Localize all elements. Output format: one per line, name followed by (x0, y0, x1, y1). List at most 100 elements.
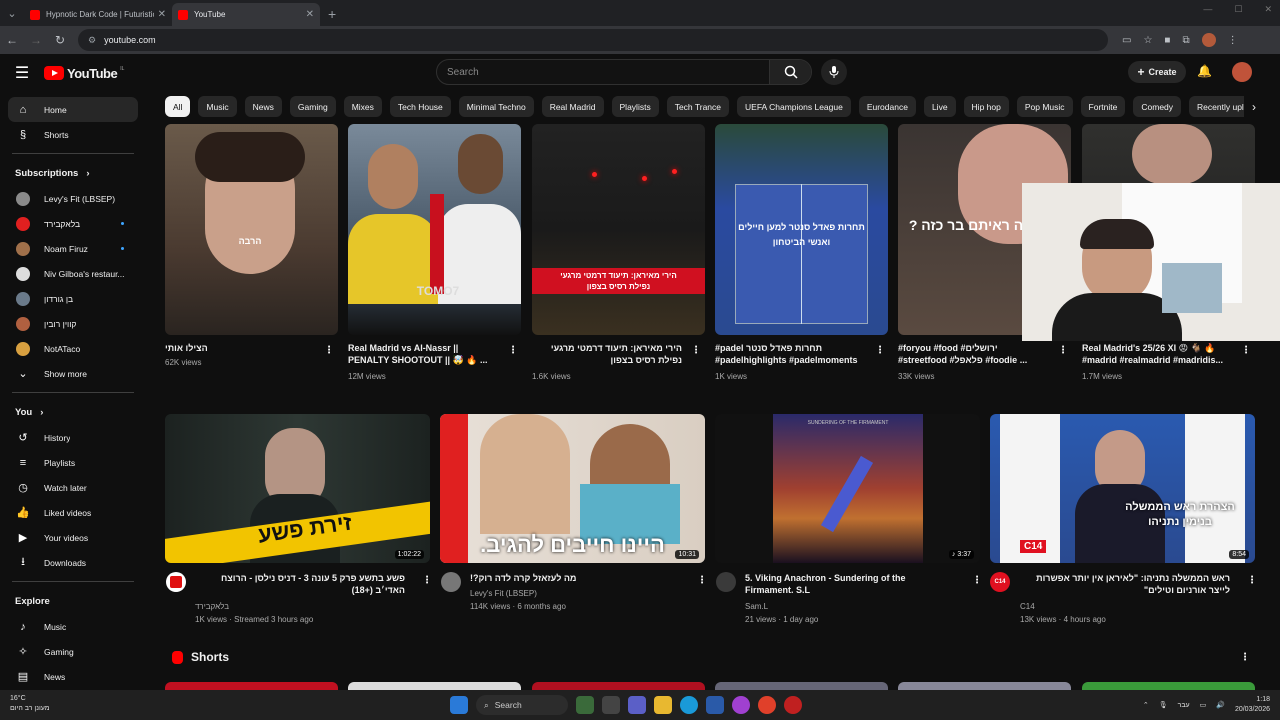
filter-chip[interactable]: Minimal Techno (458, 96, 534, 117)
video-thumbnail[interactable]: SUNDERING OF THE FIRMAMENT ♪ 3:37 (715, 414, 980, 563)
video-title[interactable]: ראש הממשלה נתניהו: "לאיראן אין יותר אפשר… (1020, 572, 1230, 596)
video-thumbnail[interactable]: תחרות פאדל סנטר למען חיילים ואנשי הביטחו… (715, 124, 888, 335)
app-icon[interactable] (784, 696, 802, 714)
channel-name[interactable]: בלאקבירד (195, 600, 229, 613)
create-button[interactable]: + Create (1128, 61, 1186, 83)
weather-widget[interactable]: 16°C מעונן רב היום (10, 694, 50, 714)
channel-avatar[interactable] (441, 572, 461, 592)
close-tab-icon[interactable]: ✕ (158, 9, 166, 20)
sidebar-item[interactable]: ▤ News (8, 664, 138, 689)
filter-chip[interactable]: News (244, 96, 282, 117)
menu-icon[interactable]: ☰ (0, 63, 44, 83)
channel-avatar[interactable] (716, 572, 736, 592)
more-options-icon[interactable]: ⋮ (1241, 345, 1251, 356)
taskbar-search[interactable]: ⌕ Search (476, 695, 568, 715)
video-title[interactable]: #foryou #food #ירושלים #streetfood #פלאפ… (898, 342, 1038, 366)
site-info-icon[interactable]: ⚙ (88, 35, 96, 46)
filter-chip[interactable]: Comedy (1133, 96, 1182, 117)
more-options-icon[interactable]: ⋮ (691, 345, 701, 356)
sidebar-item[interactable]: Niv Gilboa's restaur... (8, 261, 138, 286)
tray-chevron-icon[interactable]: ⌃ (1143, 701, 1149, 709)
youtube-logo[interactable]: YouTube IL (44, 66, 124, 81)
filter-chip[interactable]: Tech House (389, 96, 451, 117)
sidebar-item[interactable]: ≡ Playlists (8, 450, 138, 475)
shorts-thumbnail[interactable] (715, 682, 888, 690)
video-title[interactable]: הירי מאיראן: תיעוד דרמטי מרגעי נפילת רסי… (532, 342, 682, 366)
more-options-icon[interactable]: ⋮ (422, 575, 432, 586)
sidebar-item-shorts[interactable]: § Shorts (8, 122, 138, 147)
shorts-thumbnail[interactable] (348, 682, 521, 690)
filter-chip[interactable]: Fortnite (1080, 96, 1126, 117)
profile-avatar[interactable] (1201, 33, 1216, 47)
microphone-tray-icon[interactable]: 🎙 (1159, 701, 1168, 709)
sidebar-item[interactable]: NotATaco (8, 336, 138, 361)
browser-tab[interactable]: Hypnotic Dark Code | Futuristic ✕ (24, 3, 172, 26)
filter-chip[interactable]: Hip hop (963, 96, 1009, 117)
video-title[interactable]: פשע בתשע פרק 5 עונה 3 - דניס נילסן - הרו… (195, 572, 405, 596)
video-title[interactable]: Real Madrid's 25/26 XI 😡 🐐 🔥 #madrid #re… (1082, 342, 1232, 366)
sidebar-item[interactable]: ↺ History (8, 425, 138, 450)
language-indicator[interactable]: עבר (1178, 702, 1190, 709)
notifications-bell-icon[interactable]: 🔔 (1197, 64, 1212, 78)
video-title[interactable]: Real Madrid vs Al-Nassr || PENALTY SHOOT… (348, 342, 498, 366)
extension-icon[interactable]: ■ (1164, 35, 1170, 46)
clock[interactable]: 1:18 20/03/2026 (1235, 695, 1270, 715)
network-icon[interactable]: ▭ (1200, 701, 1207, 709)
more-options-icon[interactable]: ⋮ (875, 345, 885, 356)
close-tab-icon[interactable]: ✕ (306, 9, 314, 20)
more-options-icon[interactable]: ⋮ (972, 575, 982, 586)
shorts-thumbnail[interactable] (532, 682, 705, 690)
filter-chip[interactable]: Live (923, 96, 956, 117)
close-window-icon[interactable]: ✕ (1264, 4, 1272, 15)
sidebar-item[interactable]: בן גורדון (8, 286, 138, 311)
filter-chip[interactable]: All (165, 96, 191, 117)
file-explorer-icon[interactable] (654, 696, 672, 714)
minimize-icon[interactable]: — (1203, 4, 1212, 15)
video-thumbnail[interactable]: הצהרת ראש הממשלה בנימין נתניהו C14 8:54 (990, 414, 1255, 563)
volume-icon[interactable]: 🔊 (1216, 701, 1225, 709)
sidebar-item[interactable]: Levy's Fit (LBSEP) (8, 186, 138, 211)
task-view-icon[interactable] (602, 696, 620, 714)
sidebar-item[interactable]: ♪ Music (8, 614, 138, 639)
sidebar-item[interactable]: בלאקבירד (8, 211, 138, 236)
reload-icon[interactable]: ↻ (48, 33, 72, 47)
video-title[interactable]: הצילו אותי (165, 342, 315, 354)
show-more-button[interactable]: ⌄ Show more (8, 361, 138, 386)
you-heading[interactable]: You › (0, 399, 146, 425)
back-icon[interactable]: ← (0, 33, 24, 47)
shorts-thumbnail[interactable] (898, 682, 1071, 690)
more-options-icon[interactable]: ⋮ (324, 345, 334, 356)
sidebar-item[interactable]: קווין רובין (8, 311, 138, 336)
new-tab-button[interactable]: + (328, 3, 336, 26)
chevron-right-icon[interactable]: › (1244, 96, 1264, 117)
video-thumbnail[interactable]: הרבה (165, 124, 338, 335)
video-title[interactable]: מה לעזאזל קרה לדה רוק?! (470, 572, 680, 584)
more-options-icon[interactable]: ⋮ (1058, 345, 1068, 356)
shorts-thumbnail[interactable] (165, 682, 338, 690)
tab-search-icon[interactable]: ⌄ (0, 0, 24, 26)
sidebar-item-home[interactable]: ⌂ Home (8, 97, 138, 122)
filter-chip[interactable]: Real Madrid (541, 96, 604, 117)
filter-chip[interactable]: UEFA Champions League (737, 96, 851, 117)
channel-name[interactable]: Levy's Fit (LBSEP) (470, 587, 537, 600)
channel-avatar[interactable]: C14 (990, 572, 1010, 592)
address-bar[interactable]: ⚙ youtube.com (78, 29, 1108, 51)
browser-menu-icon[interactable]: ⋮ (1228, 35, 1238, 46)
voice-search-button[interactable] (821, 59, 847, 85)
sidebar-item[interactable]: ⭳ Downloads (8, 550, 138, 575)
sidebar-item[interactable]: ✧ Gaming (8, 639, 138, 664)
filter-chip[interactable]: Playlists (611, 96, 659, 117)
browser-tab-active[interactable]: YouTube ✕ (172, 3, 320, 26)
filter-chip[interactable]: Mixes (343, 96, 382, 117)
video-title[interactable]: 5. Viking Anachron - Sundering of the Fi… (745, 572, 955, 596)
more-options-icon[interactable]: ⋮ (1247, 575, 1257, 586)
chrome-icon[interactable] (758, 696, 776, 714)
edge-icon[interactable] (680, 696, 698, 714)
video-thumbnail[interactable]: הירי מאיראן: תיעוד דרמטי מרגעי נפילת רסי… (532, 124, 705, 335)
more-options-icon[interactable]: ⋮ (1240, 652, 1250, 663)
extensions-puzzle-icon[interactable]: ⧉ (1182, 35, 1189, 46)
sidebar-item[interactable]: 👍 Liked videos (8, 500, 138, 525)
search-button[interactable] (769, 60, 811, 84)
start-icon[interactable] (450, 696, 468, 714)
filter-chip[interactable]: Music (198, 96, 237, 117)
